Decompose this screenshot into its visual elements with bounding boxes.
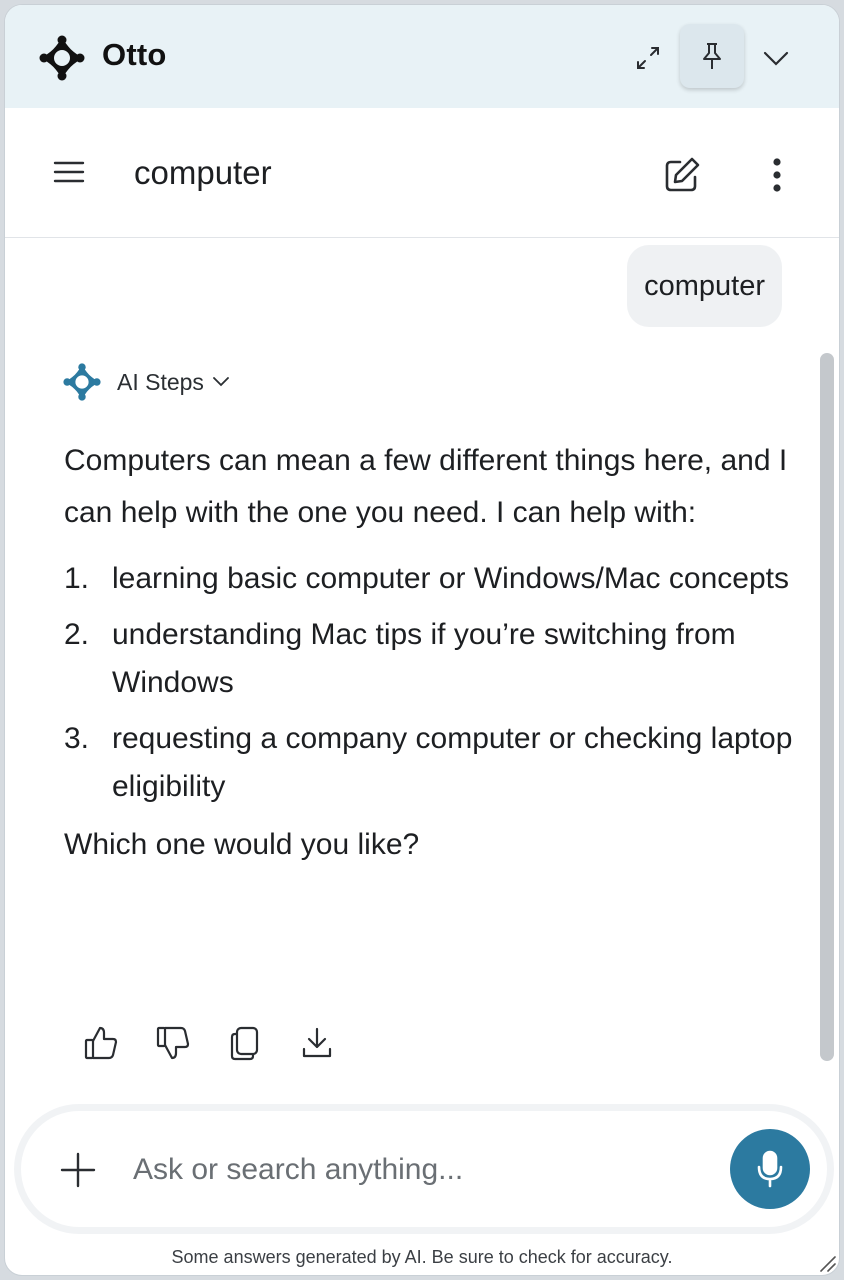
list-number: 2. — [64, 618, 90, 651]
list-number: 3. — [64, 722, 90, 755]
otto-panel: Otto computer computer AI Steps Computer… — [4, 4, 840, 1276]
thumbs-up-icon — [84, 1026, 118, 1060]
chat-header: computer — [5, 108, 839, 238]
collapse-button[interactable] — [751, 33, 801, 83]
ai-answer: Computers can mean a few different thing… — [64, 435, 794, 871]
options-list: 1. learning basic computer or Windows/Ma… — [64, 555, 794, 811]
more-vertical-icon — [773, 158, 781, 192]
menu-icon — [53, 161, 85, 183]
scrollbar-thumb[interactable] — [820, 353, 834, 1061]
otto-ai-icon — [63, 363, 101, 401]
download-button[interactable] — [291, 1017, 343, 1069]
thumbs-down-button[interactable] — [147, 1017, 199, 1069]
resize-grip-icon[interactable] — [817, 1253, 837, 1273]
download-icon — [302, 1027, 332, 1058]
copy-icon — [230, 1026, 259, 1061]
list-number: 1. — [64, 562, 90, 595]
answer-closing: Which one would you like? — [64, 828, 420, 861]
composer — [21, 1111, 827, 1227]
thumbs-up-button[interactable] — [75, 1017, 127, 1069]
ai-disclaimer: Some answers generated by AI. Be sure to… — [171, 1247, 673, 1267]
app-name: Otto — [102, 37, 167, 72]
title-bar: Otto — [5, 5, 839, 108]
microphone-icon — [757, 1150, 783, 1188]
expand-button[interactable] — [623, 33, 673, 83]
answer-intro: Computers can mean a few different thing… — [64, 444, 788, 529]
chevron-down-icon — [763, 51, 789, 66]
list-item: 3. requesting a company computer or chec… — [64, 715, 794, 811]
feedback-actions — [75, 1017, 363, 1069]
microphone-button[interactable] — [730, 1129, 810, 1209]
menu-button[interactable] — [45, 152, 93, 192]
list-text: learning basic computer or Windows/Mac c… — [112, 562, 789, 595]
chat-title: computer — [134, 154, 272, 191]
attach-button[interactable] — [57, 1149, 99, 1191]
list-text: requesting a company computer or checkin… — [112, 722, 793, 803]
list-item: 2. understanding Mac tips if you’re swit… — [64, 611, 794, 707]
pin-button[interactable] — [680, 24, 744, 88]
chevron-down-icon — [213, 377, 229, 387]
list-item: 1. learning basic computer or Windows/Ma… — [64, 555, 794, 603]
expand-icon — [637, 47, 659, 69]
list-text: understanding Mac tips if you’re switchi… — [112, 618, 736, 699]
user-message-bubble: computer — [627, 245, 782, 327]
copy-button[interactable] — [219, 1017, 271, 1069]
new-chat-button[interactable] — [657, 150, 707, 200]
message-input[interactable] — [131, 1141, 715, 1199]
edit-icon — [665, 157, 700, 192]
otto-logo-icon — [39, 35, 85, 81]
thumbs-down-icon — [156, 1026, 190, 1060]
plus-icon — [60, 1152, 96, 1188]
more-options-button[interactable] — [755, 150, 799, 200]
ai-steps-label: AI Steps — [117, 368, 204, 395]
pin-icon — [703, 43, 721, 69]
ai-steps-toggle[interactable]: AI Steps — [63, 363, 230, 401]
